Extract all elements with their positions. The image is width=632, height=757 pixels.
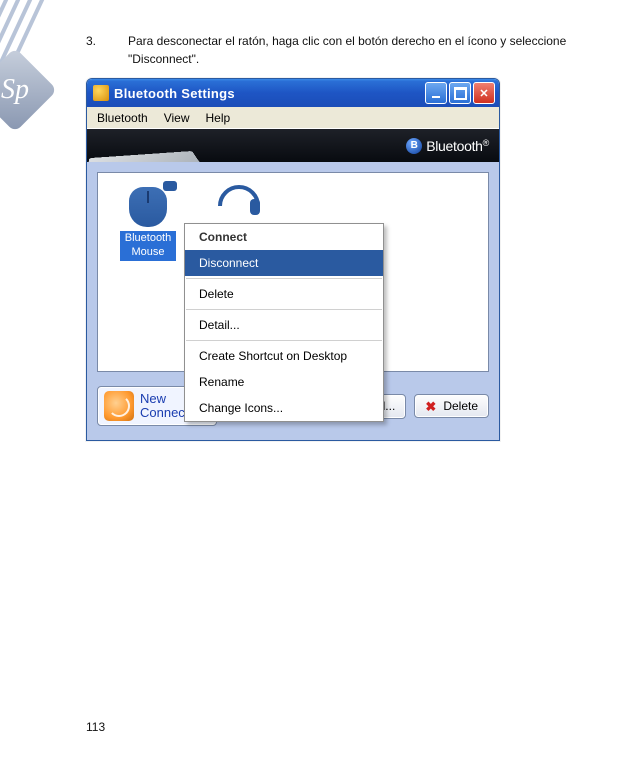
step-number: 3.	[86, 32, 100, 68]
delete-button[interactable]: ✖ Delete	[414, 394, 489, 418]
page-number: 113	[86, 720, 105, 734]
device-label: Bluetooth Mouse	[120, 231, 176, 261]
menu-item-detail[interactable]: Detail...	[185, 312, 383, 338]
bluetooth-banner: B Bluetooth®	[87, 129, 499, 162]
page-content: 3. Para desconectar el ratón, haga clic …	[86, 32, 606, 441]
decorative-sidebar: Sp	[0, 0, 80, 630]
new-connection-icon	[104, 391, 134, 421]
menu-bluetooth[interactable]: Bluetooth	[89, 109, 156, 127]
menu-item-disconnect[interactable]: Disconnect	[185, 250, 383, 276]
menu-item-rename[interactable]: Rename	[185, 369, 383, 395]
menu-item-connect[interactable]: Connect	[185, 224, 383, 250]
mouse-icon	[129, 187, 167, 227]
context-menu: Connect Disconnect Delete Detail... Crea…	[184, 223, 384, 422]
headset-icon	[222, 187, 258, 227]
menu-item-delete[interactable]: Delete	[185, 281, 383, 307]
delete-button-label: Delete	[443, 399, 478, 413]
bluetooth-brand-text: Bluetooth®	[426, 138, 489, 154]
bluetooth-logo-icon: B	[406, 138, 422, 154]
menu-separator	[186, 278, 382, 279]
minimize-button[interactable]	[425, 82, 447, 104]
window-title: Bluetooth Settings	[114, 86, 420, 101]
laptop-graphic	[87, 151, 222, 162]
delete-icon: ✖	[425, 400, 438, 413]
menubar: Bluetooth View Help	[87, 107, 499, 129]
sp-logo-text: Sp	[1, 74, 29, 106]
menu-help[interactable]: Help	[198, 109, 239, 127]
close-button[interactable]	[473, 82, 495, 104]
titlebar[interactable]: Bluetooth Settings	[87, 79, 499, 107]
menu-separator	[186, 340, 382, 341]
window-icon	[93, 85, 109, 101]
menu-item-change-icons[interactable]: Change Icons...	[185, 395, 383, 421]
sp-logo-diamond: Sp	[0, 48, 57, 133]
bluetooth-settings-window: Bluetooth Settings Bluetooth View Help B…	[86, 78, 500, 441]
client-area: Bluetooth Mouse Connect Disconnect Delet…	[87, 162, 499, 440]
window-buttons	[425, 82, 495, 104]
menu-item-create-shortcut[interactable]: Create Shortcut on Desktop	[185, 343, 383, 369]
device-list[interactable]: Bluetooth Mouse Connect Disconnect Delet…	[97, 172, 489, 372]
menu-separator	[186, 309, 382, 310]
device-bluetooth-mouse[interactable]: Bluetooth Mouse	[116, 187, 180, 261]
maximize-button[interactable]	[449, 82, 471, 104]
device-headset[interactable]	[208, 187, 272, 227]
step-text: Para desconectar el ratón, haga clic con…	[128, 32, 606, 68]
instruction-step: 3. Para desconectar el ratón, haga clic …	[86, 32, 606, 68]
menu-view[interactable]: View	[156, 109, 198, 127]
